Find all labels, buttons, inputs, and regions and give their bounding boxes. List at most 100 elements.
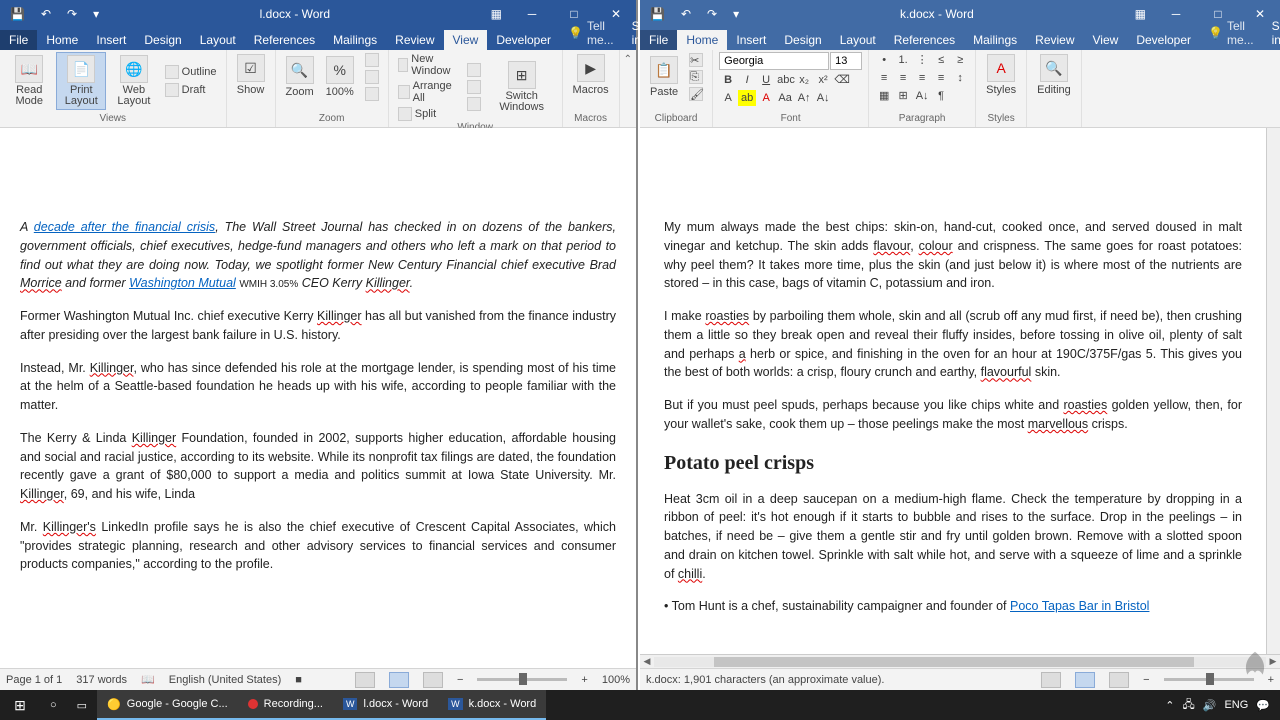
- document-area-right[interactable]: My mum always made the best chips: skin-…: [640, 128, 1266, 654]
- styles-button[interactable]: AStyles: [982, 52, 1020, 98]
- task-view-button[interactable]: ▭: [67, 690, 97, 720]
- tab-file[interactable]: File: [0, 30, 37, 50]
- shrink-font-button[interactable]: A↓: [814, 90, 832, 106]
- web-layout-view-icon[interactable]: [1109, 672, 1129, 688]
- underline-button[interactable]: U: [757, 72, 775, 88]
- strikethrough-button[interactable]: abc: [776, 72, 794, 88]
- tab-layout[interactable]: Layout: [831, 30, 885, 50]
- switch-windows-button[interactable]: ⊞Switch Windows: [488, 59, 556, 115]
- tab-view[interactable]: View: [1084, 30, 1128, 50]
- view-side-by-side-button[interactable]: [464, 62, 484, 78]
- hyperlink-poco[interactable]: Poco Tapas Bar in Bristol: [1010, 599, 1149, 613]
- zoom-in-button[interactable]: +: [581, 674, 587, 686]
- sign-in-link[interactable]: Sign in: [1262, 16, 1280, 50]
- tab-file[interactable]: File: [640, 30, 677, 50]
- status-info[interactable]: k.docx: 1,901 characters (an approximate…: [646, 674, 884, 686]
- tab-mailings[interactable]: Mailings: [324, 30, 386, 50]
- font-color-button[interactable]: A: [757, 90, 775, 106]
- multi-page-button[interactable]: [362, 69, 382, 85]
- reset-position-button[interactable]: [464, 96, 484, 112]
- horizontal-scrollbar[interactable]: ◀ ▶: [640, 654, 1280, 668]
- collapse-ribbon-icon[interactable]: ⌃: [620, 50, 636, 69]
- undo-icon[interactable]: ↶: [677, 5, 695, 23]
- justify-button[interactable]: ≡: [932, 70, 950, 86]
- highlight-button[interactable]: ab: [738, 90, 756, 106]
- network-icon[interactable]: 🖧: [1182, 696, 1194, 715]
- spellcheck-icon[interactable]: 📖: [141, 673, 155, 686]
- tab-developer[interactable]: Developer: [1127, 30, 1200, 50]
- display-options-icon[interactable]: ▦: [1125, 7, 1156, 21]
- tab-references[interactable]: References: [245, 30, 324, 50]
- tab-layout[interactable]: Layout: [191, 30, 245, 50]
- hyperlink-decade[interactable]: decade after the financial crisis: [34, 220, 215, 234]
- tab-developer[interactable]: Developer: [487, 30, 560, 50]
- tab-insert[interactable]: Insert: [87, 30, 135, 50]
- print-layout-button[interactable]: 📄Print Layout: [56, 52, 106, 110]
- tab-design[interactable]: Design: [775, 30, 830, 50]
- increase-indent-button[interactable]: ≥: [951, 52, 969, 68]
- language-indicator[interactable]: ENG: [1224, 699, 1248, 711]
- arrange-all-button[interactable]: Arrange All: [395, 79, 460, 105]
- taskbar-recording[interactable]: Recording...: [238, 690, 333, 720]
- font-name-input[interactable]: [719, 52, 829, 70]
- taskbar-word-l[interactable]: Wl.docx - Word: [333, 690, 438, 720]
- tab-review[interactable]: Review: [386, 30, 443, 50]
- zoom-100-button[interactable]: %100%: [322, 54, 358, 100]
- print-layout-view-icon[interactable]: [1075, 672, 1095, 688]
- tab-design[interactable]: Design: [135, 30, 190, 50]
- bullets-button[interactable]: •: [875, 52, 893, 68]
- notifications-icon[interactable]: 💬: [1256, 699, 1270, 712]
- shading-button[interactable]: ▦: [875, 88, 893, 104]
- show-button[interactable]: ☑Show: [233, 52, 269, 98]
- clear-format-button[interactable]: ⌫: [833, 72, 851, 88]
- cortana-button[interactable]: ○: [40, 690, 67, 720]
- tab-home[interactable]: Home: [37, 30, 87, 50]
- tab-references[interactable]: References: [885, 30, 964, 50]
- print-layout-view-icon[interactable]: [389, 672, 409, 688]
- tab-insert[interactable]: Insert: [727, 30, 775, 50]
- document-area-left[interactable]: A decade after the financial crisis, The…: [0, 128, 636, 668]
- page-indicator[interactable]: Page 1 of 1: [6, 674, 62, 686]
- display-options-icon[interactable]: ▦: [481, 7, 512, 21]
- minimize-button[interactable]: ─: [1156, 0, 1196, 28]
- font-size-input[interactable]: [830, 52, 862, 70]
- align-left-button[interactable]: ≡: [875, 70, 893, 86]
- zoom-level[interactable]: 100%: [602, 674, 630, 686]
- save-icon[interactable]: 💾: [6, 5, 29, 23]
- new-window-button[interactable]: New Window: [395, 52, 460, 78]
- tab-home[interactable]: Home: [677, 30, 727, 50]
- start-button[interactable]: ⊞: [0, 697, 40, 714]
- vertical-scrollbar[interactable]: [1266, 128, 1280, 654]
- zoom-slider[interactable]: [477, 678, 567, 681]
- multilevel-button[interactable]: ⋮: [913, 52, 931, 68]
- outline-button[interactable]: Outline: [162, 64, 220, 80]
- change-case-button[interactable]: Aa: [776, 90, 794, 106]
- borders-button[interactable]: ⊞: [894, 88, 912, 104]
- taskbar-chrome[interactable]: 🟡Google - Google C...: [97, 690, 238, 720]
- zoom-out-button[interactable]: −: [1143, 674, 1149, 686]
- web-layout-view-icon[interactable]: [423, 672, 443, 688]
- read-mode-button[interactable]: 📖Read Mode: [6, 53, 52, 109]
- scroll-thumb[interactable]: [714, 657, 1194, 667]
- tab-review[interactable]: Review: [1026, 30, 1083, 50]
- align-center-button[interactable]: ≡: [894, 70, 912, 86]
- minimize-button[interactable]: ─: [512, 0, 552, 28]
- line-spacing-button[interactable]: ↕: [951, 70, 969, 86]
- volume-icon[interactable]: 🔊: [1203, 699, 1217, 712]
- macros-button[interactable]: ▶Macros: [569, 52, 613, 98]
- page-width-button[interactable]: [362, 86, 382, 102]
- text-effects-button[interactable]: A: [719, 90, 737, 106]
- taskbar-word-k[interactable]: Wk.docx - Word: [438, 690, 546, 720]
- language-indicator[interactable]: English (United States): [169, 674, 282, 686]
- editing-button[interactable]: 🔍Editing: [1033, 52, 1075, 98]
- one-page-button[interactable]: [362, 52, 382, 68]
- numbering-button[interactable]: 1.: [894, 52, 912, 68]
- sort-button[interactable]: A↓: [913, 88, 931, 104]
- redo-icon[interactable]: ↷: [703, 5, 721, 23]
- word-count[interactable]: 317 words: [76, 674, 127, 686]
- italic-button[interactable]: I: [738, 72, 756, 88]
- show-marks-button[interactable]: ¶: [932, 88, 950, 104]
- tell-me-search[interactable]: 💡Tell me...: [1200, 16, 1262, 50]
- format-painter-button[interactable]: 🖌: [686, 86, 706, 102]
- read-mode-view-icon[interactable]: [1041, 672, 1061, 688]
